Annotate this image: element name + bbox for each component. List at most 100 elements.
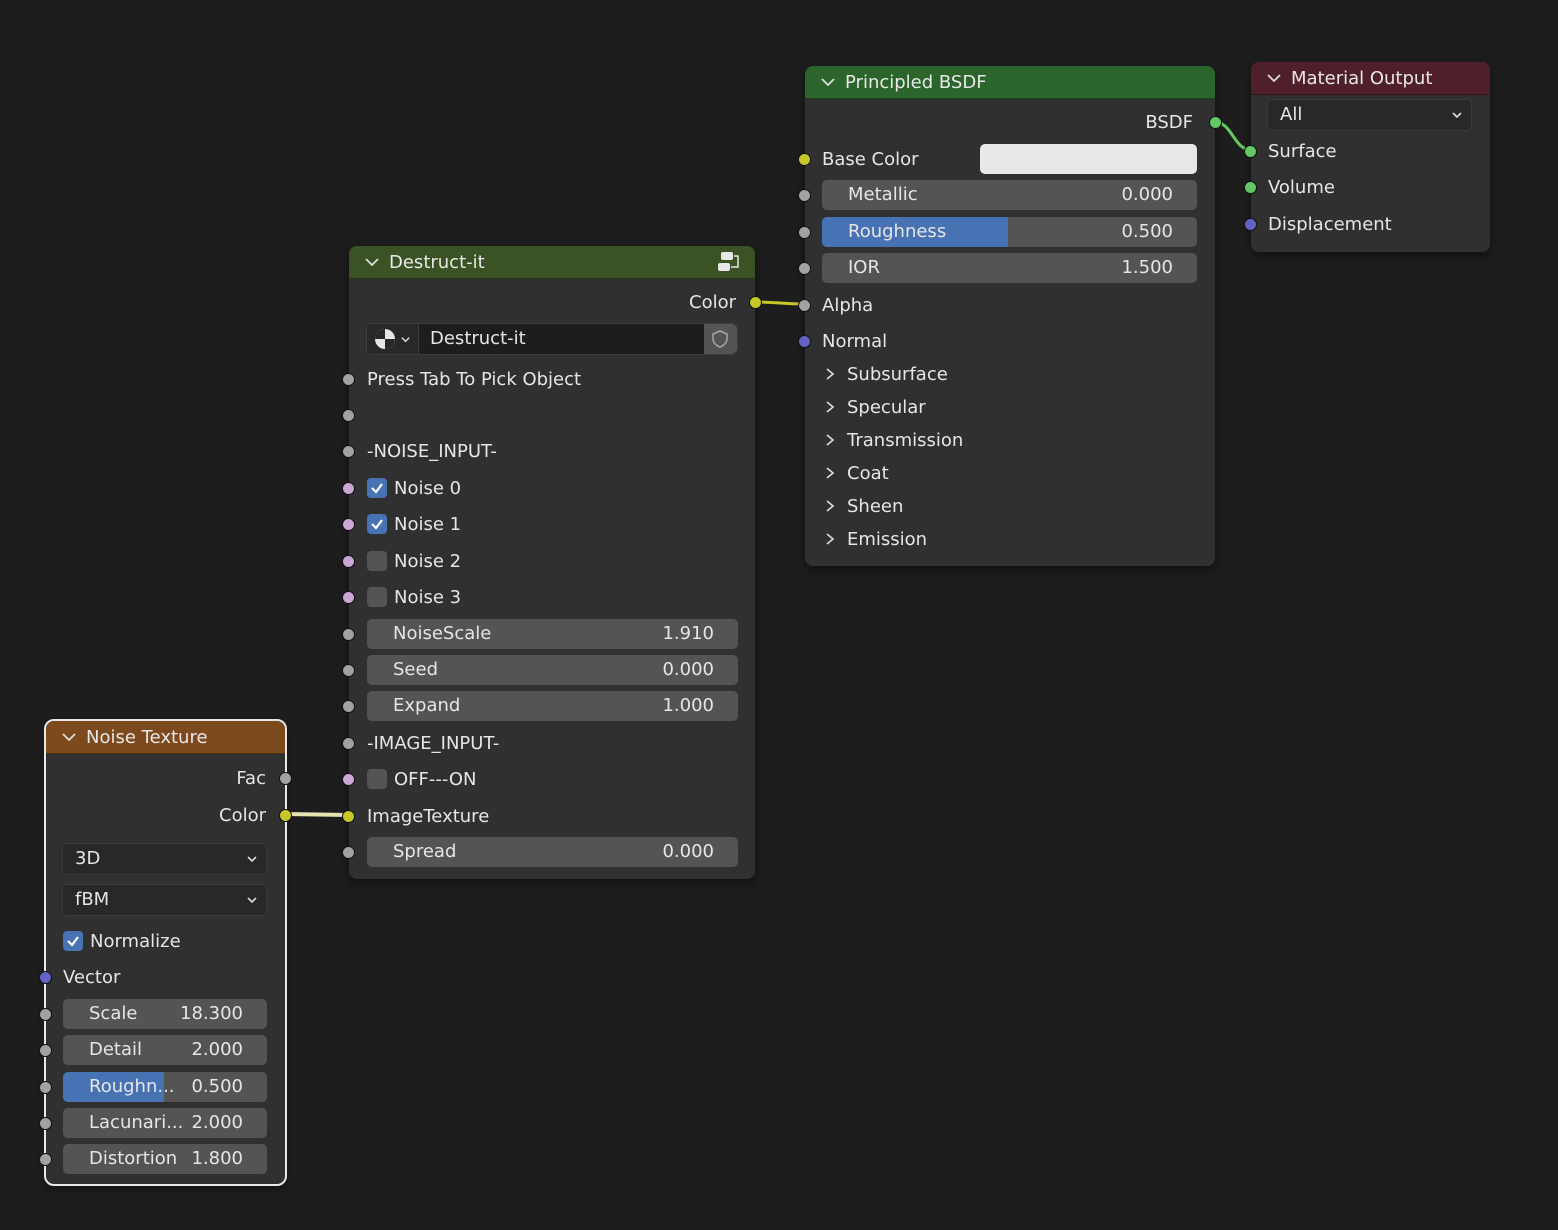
- seed-field[interactable]: Seed 0.000: [367, 655, 738, 685]
- noise-type-dropdown[interactable]: fBM: [62, 884, 267, 916]
- input-socket-scale[interactable]: [39, 1007, 52, 1021]
- input-socket-spread[interactable]: [342, 845, 355, 859]
- target-dropdown[interactable]: All: [1267, 99, 1472, 131]
- node-header[interactable]: Noise Texture: [46, 721, 285, 754]
- input-socket-image-texture[interactable]: [342, 809, 355, 823]
- spread-label: Spread: [393, 841, 457, 862]
- input-socket-roughness[interactable]: [39, 1080, 52, 1094]
- panel-coat[interactable]: Coat: [823, 458, 889, 488]
- chevron-right-icon: [826, 401, 835, 413]
- input-socket-pick[interactable]: [342, 372, 355, 386]
- node-group-icon[interactable]: [717, 249, 743, 275]
- input-label-surface: Surface: [1268, 140, 1337, 162]
- output-socket-color[interactable]: [749, 295, 762, 309]
- input-socket-distortion[interactable]: [39, 1152, 52, 1166]
- metallic-slider[interactable]: Metallic 0.000: [822, 180, 1197, 210]
- input-socket-vector[interactable]: [39, 970, 52, 984]
- input-socket-image-header[interactable]: [342, 736, 355, 750]
- input-socket-displacement[interactable]: [1244, 217, 1257, 231]
- detail-field[interactable]: Detail 2.000: [63, 1035, 267, 1065]
- roughness-slider[interactable]: Roughn... 0.500: [63, 1072, 267, 1102]
- panel-transmission[interactable]: Transmission: [823, 425, 963, 455]
- panel-specular[interactable]: Specular: [823, 392, 926, 422]
- datablock-selector[interactable]: Destruct-it: [366, 323, 738, 355]
- input-socket-noise-1[interactable]: [342, 517, 355, 531]
- input-socket-seed[interactable]: [342, 663, 355, 677]
- input-socket-empty[interactable]: [342, 408, 355, 422]
- distortion-label: Distortion: [89, 1148, 178, 1169]
- chevron-down-icon: [247, 897, 257, 904]
- input-label-image-texture: ImageTexture: [367, 805, 490, 827]
- input-socket-normal[interactable]: [798, 334, 811, 348]
- normalize-checkbox[interactable]: [63, 931, 83, 951]
- noise-texture-node[interactable]: Noise Texture Fac Color 3D fBM Normalize…: [39, 719, 292, 1186]
- output-socket-bsdf[interactable]: [1209, 115, 1222, 129]
- node-header[interactable]: Principled BSDF: [805, 66, 1215, 99]
- noise-1-checkbox[interactable]: [367, 514, 387, 534]
- input-socket-metallic[interactable]: [798, 188, 811, 202]
- panel-emission[interactable]: Emission: [823, 524, 927, 554]
- input-socket-noise-2[interactable]: [342, 554, 355, 568]
- noise-3-row: Noise 3: [342, 582, 755, 612]
- panel-sheen[interactable]: Sheen: [823, 491, 903, 521]
- noise-2-row: Noise 2: [342, 546, 755, 576]
- chevron-down-icon[interactable]: [60, 728, 78, 746]
- ior-field[interactable]: IOR 1.500: [822, 253, 1197, 283]
- output-socket-color[interactable]: [279, 808, 292, 822]
- input-socket-alpha[interactable]: [798, 298, 811, 312]
- expand-value: 1.000: [662, 695, 714, 716]
- normalize-label: Normalize: [90, 930, 181, 952]
- chevron-down-icon: [1452, 112, 1462, 119]
- link-noise-color-to-imagetexture[interactable]: [284, 812, 350, 817]
- datablock-name[interactable]: Destruct-it: [430, 324, 526, 354]
- input-socket-surface[interactable]: [1244, 144, 1257, 158]
- input-socket-noise-header[interactable]: [342, 444, 355, 458]
- input-socket-noise-scale[interactable]: [342, 627, 355, 641]
- input-socket-noise-3[interactable]: [342, 590, 355, 604]
- input-label-pick: Press Tab To Pick Object: [367, 368, 582, 390]
- chevron-down-icon[interactable]: [363, 253, 381, 271]
- expand-field[interactable]: Expand 1.000: [367, 691, 738, 721]
- node-title: Principled BSDF: [845, 71, 987, 93]
- spread-field[interactable]: Spread 0.000: [367, 837, 738, 867]
- base-color-swatch[interactable]: [980, 144, 1197, 174]
- input-socket-lacunarity[interactable]: [39, 1116, 52, 1130]
- distortion-field[interactable]: Distortion 1.800: [63, 1144, 267, 1174]
- chevron-down-icon[interactable]: [819, 73, 837, 91]
- node-tree-browse-button[interactable]: [367, 324, 419, 354]
- dimensions-dropdown[interactable]: 3D: [62, 843, 267, 875]
- input-socket-roughness[interactable]: [798, 225, 811, 239]
- chevron-right-icon: [826, 467, 835, 479]
- input-socket-ior[interactable]: [798, 261, 811, 275]
- node-header[interactable]: Material Output: [1251, 62, 1490, 95]
- input-label-base-color: Base Color: [822, 148, 919, 170]
- input-socket-base-color[interactable]: [798, 152, 811, 166]
- output-socket-fac[interactable]: [279, 771, 292, 785]
- expand-label: Expand: [393, 695, 461, 716]
- input-socket-volume[interactable]: [1244, 180, 1257, 194]
- material-output-node[interactable]: Material Output All Surface Volume Displ…: [1244, 62, 1490, 252]
- principled-bsdf-node[interactable]: Principled BSDF BSDF Base Color Metallic…: [798, 66, 1222, 566]
- noise-0-checkbox[interactable]: [367, 478, 387, 498]
- noise-1-row: Noise 1: [342, 509, 755, 539]
- lacunarity-field[interactable]: Lacunari... 2.000: [63, 1108, 267, 1138]
- input-socket-expand[interactable]: [342, 699, 355, 713]
- node-title: Material Output: [1291, 67, 1433, 89]
- destruct-it-group-node[interactable]: Destruct-it Color Destruct-it Press Tab …: [342, 246, 762, 879]
- noise-3-checkbox[interactable]: [367, 587, 387, 607]
- scale-field[interactable]: Scale 18.300: [63, 999, 267, 1029]
- roughness-slider[interactable]: Roughness 0.500: [822, 217, 1197, 247]
- chevron-down-icon[interactable]: [1265, 69, 1283, 87]
- noise-2-checkbox[interactable]: [367, 551, 387, 571]
- noise-1-label: Noise 1: [394, 513, 462, 535]
- node-header[interactable]: Destruct-it: [349, 246, 755, 279]
- spread-value: 0.000: [662, 841, 714, 862]
- input-socket-detail[interactable]: [39, 1043, 52, 1057]
- panel-subsurface[interactable]: Subsurface: [823, 359, 948, 389]
- fake-user-button[interactable]: [704, 324, 737, 354]
- checkmark-icon: [67, 936, 79, 947]
- input-socket-off-on[interactable]: [342, 772, 355, 786]
- noise-scale-field[interactable]: NoiseScale 1.910: [367, 619, 738, 649]
- off-on-checkbox[interactable]: [367, 769, 387, 789]
- input-socket-noise-0[interactable]: [342, 481, 355, 495]
